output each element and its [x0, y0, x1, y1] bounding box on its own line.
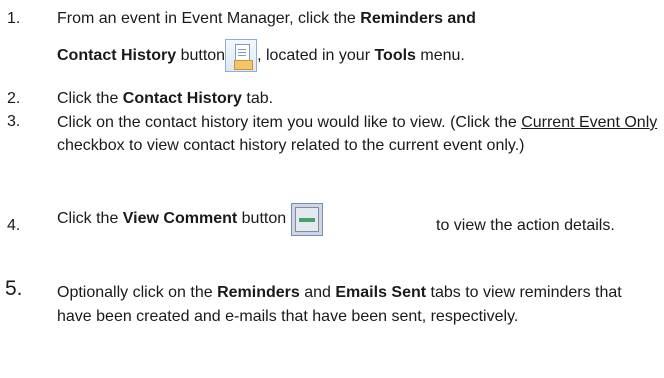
folder-shape	[234, 60, 254, 70]
step-text: Optionally click on the Reminders and Em…	[57, 281, 658, 329]
step-text-part: to view the action details.	[436, 217, 615, 234]
step-text: to view the action details.	[436, 215, 660, 236]
step-text-part: checkbox to view contact history related…	[57, 137, 525, 154]
step-number: 5.	[5, 277, 23, 300]
step-text-part: Click the	[57, 90, 123, 107]
step-text-part: button	[176, 47, 226, 64]
step-text: Contact History button, located in your …	[57, 38, 660, 74]
step-text-part: button	[237, 210, 291, 227]
page-line	[238, 52, 247, 53]
step-number: 2.	[7, 90, 21, 107]
comment-bar	[298, 218, 315, 222]
step-text-part: Click the	[57, 210, 123, 227]
step-text-part: From an event in Event Manager, click th…	[57, 10, 361, 27]
step-number: 1.	[7, 10, 21, 27]
page-line	[238, 55, 247, 56]
ui-term: Contact History	[122, 90, 242, 107]
ui-term: Contact History	[57, 47, 177, 64]
ui-term: Emails Sent	[335, 284, 427, 301]
ui-term: Reminders	[217, 284, 300, 301]
step-text: Click the Contact History tab.	[57, 88, 660, 109]
step-text-part: tab.	[241, 90, 274, 107]
step-text: Click the View Comment button	[57, 202, 464, 236]
page-line	[238, 49, 247, 50]
ui-term: Tools	[374, 47, 416, 64]
step-number: 4.	[7, 217, 21, 234]
step-text-part: and	[299, 284, 336, 301]
reminders-contact-history-icon	[225, 39, 258, 72]
checkbox-name: Current Event Only	[521, 114, 658, 131]
step-number: 3.	[7, 113, 21, 130]
ui-term: Reminders and	[360, 10, 476, 27]
view-comment-icon	[290, 203, 323, 236]
step-text-part: menu.	[415, 47, 465, 64]
step-text-part: Optionally click on the	[57, 284, 218, 301]
ui-term: View Comment	[122, 210, 238, 227]
step-text: From an event in Event Manager, click th…	[57, 8, 660, 29]
step-text: Click on the contact history item you wo…	[57, 111, 662, 157]
step-text-part: Click on the contact history item you wo…	[57, 114, 522, 131]
step-text-part: , located in your	[257, 47, 375, 64]
